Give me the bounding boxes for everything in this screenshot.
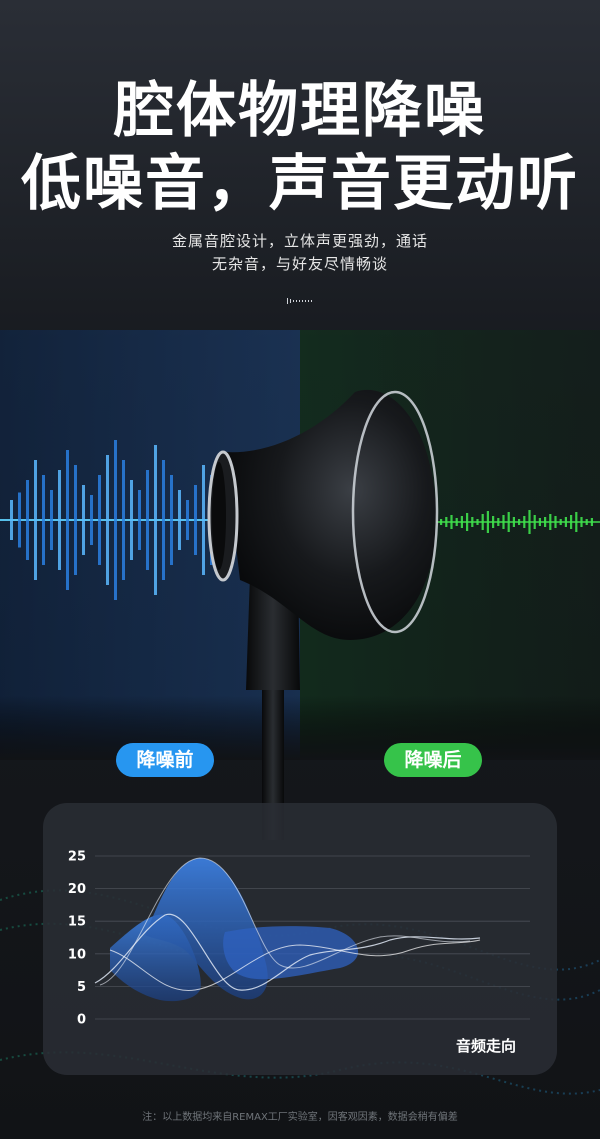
- y-tick-label: 5: [77, 980, 86, 995]
- footnote: 注：以上数据均来自REMAX工厂实验室，因客观因素，数据会稍有偏差: [142, 1112, 458, 1123]
- y-tick-label: 0: [77, 1013, 86, 1028]
- y-tick-label: 15: [68, 915, 86, 930]
- y-tick-label: 25: [68, 850, 86, 865]
- y-tick-label: 20: [68, 882, 86, 897]
- y-tick-label: 10: [68, 947, 86, 962]
- x-axis-label: 音频走向: [456, 1037, 517, 1055]
- audio-chart: 0 5 10 15 20 25: [68, 850, 530, 1028]
